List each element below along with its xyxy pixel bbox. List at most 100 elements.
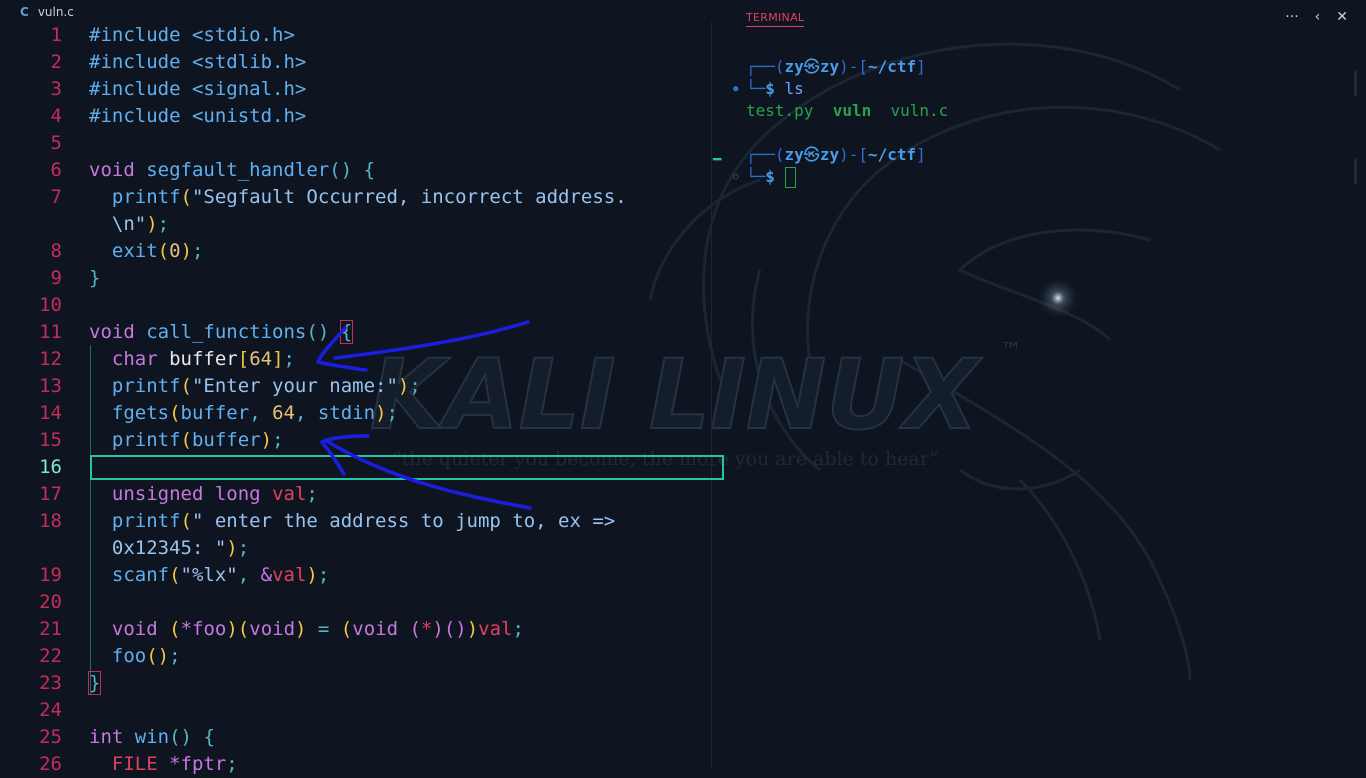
operator: *	[180, 618, 193, 640]
keyword: void	[89, 321, 135, 343]
paren: ()	[146, 645, 170, 667]
kali-tm: ™	[1000, 339, 1022, 364]
panel-divider[interactable]	[711, 22, 712, 768]
include-directive: #include <stdlib.h>	[89, 51, 307, 73]
code-line[interactable]: 14 fgets(buffer, 64, stdin);	[0, 400, 712, 427]
code-line[interactable]: 6 void segfault_handler() {	[0, 157, 712, 184]
line-number: 9	[50, 267, 62, 289]
keyword: void	[352, 618, 399, 640]
semicolon: ;	[283, 348, 295, 370]
paren: (	[180, 429, 192, 451]
code-line[interactable]: 11 void call_functions() {	[0, 319, 712, 346]
current-line-highlight	[90, 455, 724, 480]
prompt-marker-icon: ●	[733, 84, 739, 94]
code-line[interactable]: 8 exit(0);	[0, 238, 712, 265]
terminal-prompt-line: ┌──(zy㉿zy)-[~/ctf]	[746, 57, 926, 76]
tab-terminal[interactable]: TERMINAL	[746, 11, 805, 27]
semicolon: ;	[192, 240, 204, 262]
brace: {	[203, 726, 215, 748]
function-name: fgets	[111, 402, 170, 424]
tab-vuln-c[interactable]: C vuln.c	[12, 0, 74, 24]
line-number: 5	[50, 132, 62, 154]
line-number: 23	[39, 672, 62, 694]
code-line[interactable]: 3 #include <signal.h>	[0, 76, 712, 103]
line-number: 21	[39, 618, 62, 640]
line-number: 11	[39, 321, 62, 343]
function-name: win	[134, 726, 170, 748]
line-number: 16	[39, 456, 62, 478]
code-line[interactable]: 4 #include <unistd.h>	[0, 103, 712, 130]
paren: )	[432, 618, 444, 640]
line-number: 1	[50, 24, 62, 46]
terminal-command-line: └─$ ls	[746, 79, 804, 98]
code-line[interactable]: 12 char buffer[64];	[0, 346, 712, 373]
code-editor[interactable]: 1 #include <stdio.h> 2 #include <stdlib.h>…	[0, 22, 712, 775]
string: \n"	[111, 213, 147, 235]
line-number: 25	[39, 726, 62, 748]
paren: ()	[306, 321, 330, 343]
code-line[interactable]: 15 printf(buffer);	[0, 427, 712, 454]
editor-tab-bar: C vuln.c	[0, 0, 710, 24]
code-line[interactable]: 17 unsigned long val;	[0, 481, 712, 508]
code-line[interactable]: 21 void (*foo)(void) = (void (*)())val;	[0, 616, 712, 643]
code-line[interactable]: 2 #include <stdlib.h>	[0, 49, 712, 76]
line-number: 12	[39, 348, 62, 370]
code-line-wrap[interactable]: \n");	[0, 211, 712, 238]
code-line-wrap[interactable]: 0x12345: ");	[0, 535, 712, 562]
close-icon[interactable]: ✕	[1336, 9, 1348, 25]
identifier: stdin	[317, 402, 376, 424]
line-number: 26	[39, 753, 62, 775]
comma: ,	[249, 402, 273, 424]
code-line[interactable]: 5	[0, 130, 712, 157]
matched-brace: }	[87, 671, 102, 695]
chevron-left-icon[interactable]: ‹	[1315, 9, 1321, 25]
semicolon: ;	[237, 537, 250, 559]
semicolon: ;	[512, 618, 524, 640]
variable: val	[272, 564, 307, 586]
line-number: 24	[39, 699, 62, 721]
code-line[interactable]: 23}	[0, 670, 712, 697]
line-number: 14	[39, 402, 62, 424]
keyword: unsigned long	[111, 483, 261, 505]
include-directive: #include <unistd.h>	[89, 105, 307, 127]
line-number: 7	[50, 186, 62, 208]
more-icon[interactable]: ···	[1285, 9, 1298, 25]
code-line[interactable]: 26 FILE *fptr;	[0, 751, 712, 778]
terminal-scrollbar-mark[interactable]	[1354, 70, 1357, 96]
code-line[interactable]: 7 printf("Segfault Occurred, incorrect a…	[0, 184, 712, 211]
paren: )	[295, 618, 307, 640]
code-line[interactable]: 9}	[0, 265, 712, 292]
terminal-cursor	[784, 167, 796, 188]
line-number: 15	[39, 429, 62, 451]
paren: (	[157, 240, 170, 262]
code-line[interactable]: 13 printf("Enter your name:");	[0, 373, 712, 400]
terminal-output[interactable]: ┌──(zy㉿zy)-[~/ctf] └─$ ls test.py vuln v…	[746, 56, 948, 188]
include-directive: #include <signal.h>	[89, 78, 307, 100]
terminal-scrollbar-mark[interactable]	[1354, 158, 1357, 184]
brace: {	[363, 159, 376, 181]
code-line[interactable]: 24	[0, 697, 712, 724]
paren: )	[226, 618, 238, 640]
line-number: 8	[50, 240, 62, 262]
code-line[interactable]: 25 int win() {	[0, 724, 712, 751]
code-line[interactable]: 20	[0, 589, 712, 616]
type: FILE	[111, 753, 158, 775]
terminal-input-line[interactable]: └─$	[746, 166, 948, 188]
code-line[interactable]: 22 foo();	[0, 643, 712, 670]
code-line[interactable]: 19 scanf("%lx", &val);	[0, 562, 712, 589]
code-line[interactable]: 18 printf(" enter the address to jump to…	[0, 508, 712, 535]
bracket: ]	[272, 348, 284, 370]
code-line[interactable]: 10	[0, 292, 712, 319]
paren: )	[226, 537, 238, 559]
paren: (	[169, 618, 181, 640]
prompt-marker-icon: ○	[733, 172, 739, 182]
variable: val	[272, 483, 307, 505]
identifier: buffer	[191, 429, 261, 451]
paren: (	[237, 618, 250, 640]
function-name: call_functions	[146, 321, 307, 343]
variable: val	[478, 618, 513, 640]
code-line[interactable]: 1 #include <stdio.h>	[0, 22, 712, 49]
tab-label: vuln.c	[37, 5, 74, 19]
paren: (	[340, 618, 353, 640]
keyword: char	[111, 348, 158, 370]
